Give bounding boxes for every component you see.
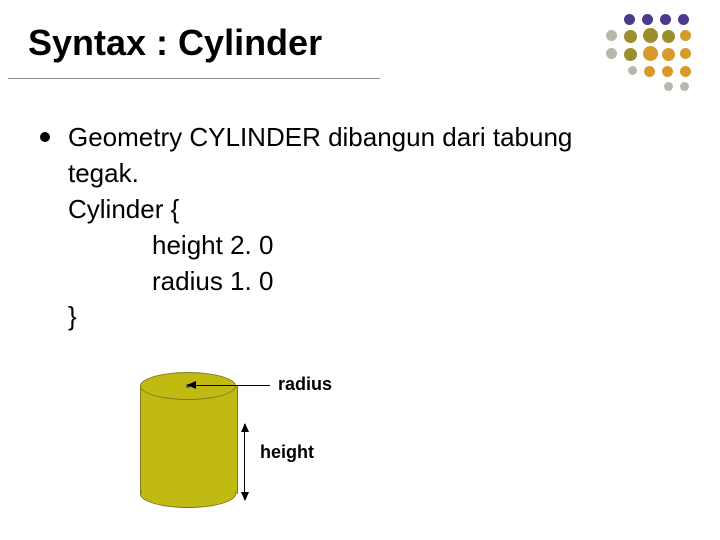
text-line: Geometry CYLINDER dibangun dari tabung bbox=[68, 120, 572, 156]
decor-dot-icon bbox=[680, 30, 691, 41]
slide-title: Syntax : Cylinder bbox=[28, 22, 322, 64]
decor-dot-icon bbox=[606, 48, 617, 59]
bullet-text: Geometry CYLINDER dibangun dari tabung t… bbox=[68, 120, 572, 335]
code-line: height 2. 0 bbox=[152, 228, 572, 264]
decor-dot-icon bbox=[643, 46, 658, 61]
code-line: Cylinder { bbox=[68, 192, 572, 228]
decor-dot-icon bbox=[664, 82, 673, 91]
bullet-icon bbox=[40, 132, 50, 142]
decor-dot-icon bbox=[606, 30, 617, 41]
decor-dot-icon bbox=[662, 30, 675, 43]
text-line: tegak. bbox=[68, 156, 572, 192]
slide: Syntax : Cylinder Geometry CYLINDER diba… bbox=[0, 0, 720, 540]
cylinder-bottom-mask bbox=[142, 480, 235, 494]
decor-dot-icon bbox=[628, 66, 637, 75]
height-label: height bbox=[260, 442, 314, 463]
decor-dot-icon bbox=[662, 66, 673, 77]
title-underline bbox=[8, 78, 380, 79]
radius-label: radius bbox=[278, 374, 332, 395]
decor-dot-icon bbox=[644, 66, 655, 77]
corner-decoration bbox=[556, 14, 706, 104]
content-block: Geometry CYLINDER dibangun dari tabung t… bbox=[40, 120, 680, 335]
decor-dot-icon bbox=[624, 14, 635, 25]
code-line: radius 1. 0 bbox=[152, 264, 572, 300]
decor-dot-icon bbox=[624, 48, 637, 61]
decor-dot-icon bbox=[680, 48, 691, 59]
cylinder-body-icon bbox=[140, 386, 238, 494]
radius-arrow-icon bbox=[188, 385, 270, 386]
code-line: } bbox=[68, 299, 572, 335]
decor-dot-icon bbox=[643, 28, 658, 43]
decor-dot-icon bbox=[662, 48, 675, 61]
cylinder-diagram: radius height bbox=[140, 372, 400, 532]
decor-dot-icon bbox=[624, 30, 637, 43]
decor-dot-icon bbox=[680, 82, 689, 91]
decor-dot-icon bbox=[660, 14, 671, 25]
decor-dot-icon bbox=[680, 66, 691, 77]
height-arrow-icon bbox=[244, 424, 245, 500]
decor-dot-icon bbox=[642, 14, 653, 25]
bullet-item: Geometry CYLINDER dibangun dari tabung t… bbox=[40, 120, 680, 335]
decor-dot-icon bbox=[678, 14, 689, 25]
